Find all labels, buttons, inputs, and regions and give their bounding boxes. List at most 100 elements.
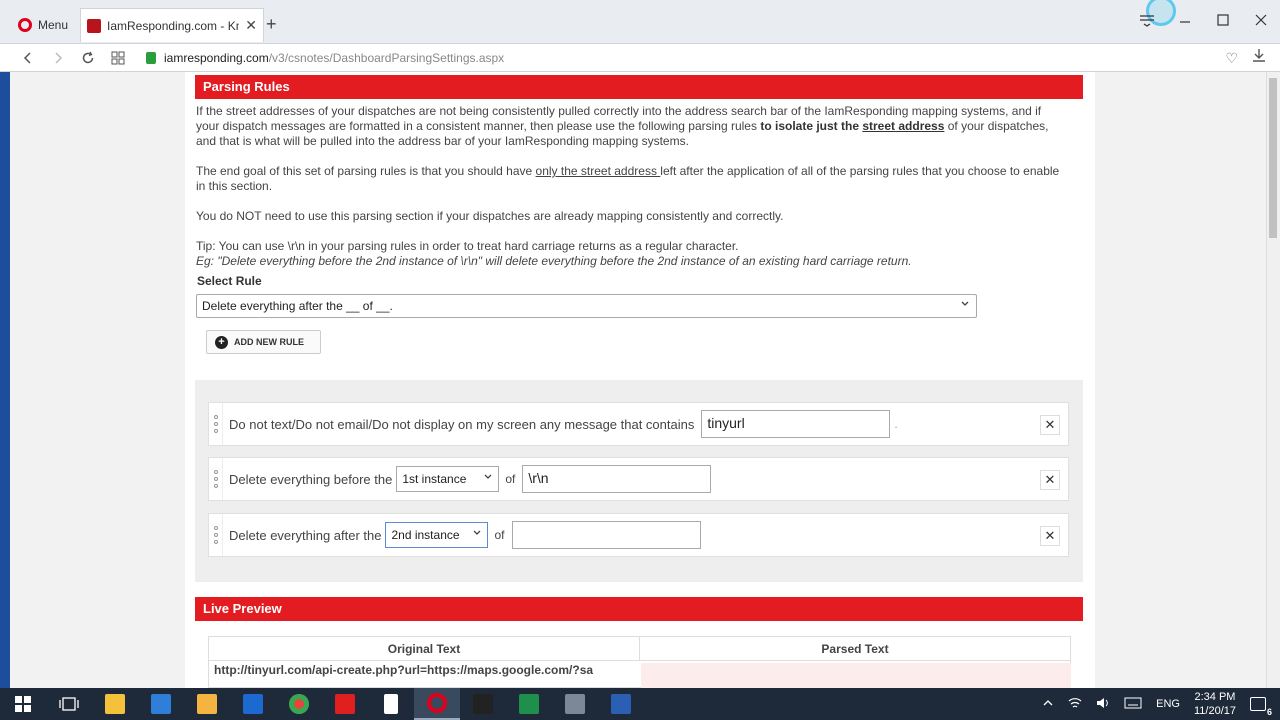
easy-setup-icon[interactable] (1128, 0, 1166, 40)
windows-taskbar: ENG 2:34 PM 11/20/17 6 (0, 688, 1280, 720)
notepad-icon[interactable] (368, 688, 414, 720)
url-host: iamresponding.com (164, 51, 269, 65)
forward-icon[interactable] (48, 48, 68, 68)
rule-row: Do not text/Do not email/Do not display … (208, 402, 1069, 446)
speed-dial-icon[interactable] (108, 48, 128, 68)
maximize-icon[interactable] (1204, 0, 1242, 40)
select-rule-label: Select Rule (197, 274, 262, 288)
of-label: of (505, 472, 516, 486)
intro-bold-underline: street address (862, 119, 945, 133)
clock-time: 2:34 PM (1194, 691, 1236, 703)
scrollbar-thumb[interactable] (1269, 78, 1277, 238)
new-tab-button[interactable]: + (266, 14, 277, 35)
lock-icon (146, 52, 156, 64)
chevron-down-icon (960, 299, 970, 312)
goal-underline: only the street address (535, 164, 661, 178)
browser-tab[interactable]: IamResponding.com - Kno ✕ (80, 8, 264, 42)
remote-desktop-icon[interactable] (552, 688, 598, 720)
remove-rule-icon[interactable]: ✕ (1040, 526, 1060, 546)
volume-icon[interactable] (1096, 697, 1110, 712)
rule-text: Delete everything before the (229, 471, 393, 487)
action-center-icon[interactable]: 6 (1250, 697, 1272, 717)
drag-handle-icon[interactable] (209, 514, 223, 556)
preview-table: Original Text Parsed Text http://tinyurl… (208, 636, 1071, 689)
left-accent-bar (0, 72, 10, 688)
reload-icon[interactable] (78, 48, 98, 68)
remove-rule-icon[interactable]: ✕ (1040, 415, 1060, 435)
example-text: Eg: "Delete everything before the 2nd in… (196, 254, 912, 268)
opera-logo-icon (18, 18, 32, 32)
select-rule-dropdown[interactable]: Delete everything after the __ of __. (196, 294, 977, 318)
start-windows-icon[interactable] (0, 688, 46, 720)
intro-bold: to isolate just the (760, 119, 863, 133)
file-explorer-icon[interactable] (92, 688, 138, 720)
close-tab-icon[interactable]: ✕ (245, 17, 257, 34)
system-tray: ENG 2:34 PM 11/20/17 6 (1042, 688, 1280, 720)
rule-row: Delete everything before the 1st instanc… (208, 457, 1069, 501)
rule-value-input[interactable]: \r\n (522, 465, 712, 493)
bookmark-heart-icon[interactable]: ♡ (1225, 50, 1238, 67)
original-text-cell: http://tinyurl.com/api-create.php?url=ht… (214, 663, 594, 677)
rule-value-input[interactable]: tinyurl (701, 410, 891, 438)
page-scrollbar[interactable] (1266, 72, 1280, 688)
close-window-icon[interactable] (1242, 0, 1280, 40)
language-indicator[interactable]: ENG (1156, 698, 1180, 710)
back-icon[interactable] (18, 48, 38, 68)
rule-suffix: . (894, 417, 898, 431)
opera-taskbar-icon[interactable] (414, 688, 460, 720)
excel-icon[interactable] (506, 688, 552, 720)
folder-icon[interactable] (184, 688, 230, 720)
tip-paragraph: Tip: You can use \r\n in your parsing ru… (196, 239, 1066, 269)
url-field[interactable]: iamresponding.com/v3/csnotes/DashboardPa… (140, 46, 1248, 70)
add-new-rule-button[interactable]: + ADD NEW RULE (206, 330, 321, 354)
task-view-icon[interactable] (46, 688, 92, 720)
instance-value: 1st instance (402, 472, 467, 486)
instance-select[interactable]: 2nd instance (385, 522, 489, 548)
chevron-down-icon (472, 528, 482, 541)
rule-text: Delete everything after the (229, 527, 382, 543)
notification-count: 6 (1266, 707, 1272, 717)
add-new-rule-label: ADD NEW RULE (234, 337, 304, 347)
blackberry-icon[interactable] (460, 688, 506, 720)
wifi-icon[interactable] (1068, 697, 1082, 712)
live-preview-header: Live Preview (195, 597, 1083, 621)
parsing-rules-header: Parsing Rules (195, 75, 1083, 99)
acrobat-icon[interactable] (322, 688, 368, 720)
rule-text: Do not text/Do not email/Do not display … (229, 416, 695, 432)
chevron-down-icon (483, 472, 493, 485)
drag-handle-icon[interactable] (209, 458, 223, 500)
chrome-icon[interactable] (276, 688, 322, 720)
plus-circle-icon: + (215, 335, 228, 349)
menu-label: Menu (38, 18, 69, 32)
clock-date: 11/20/17 (1193, 705, 1236, 717)
download-icon[interactable] (1252, 48, 1266, 65)
tab-title: IamResponding.com - Kno (107, 18, 240, 33)
store-icon[interactable] (138, 688, 184, 720)
opera-menu-button[interactable]: Menu (18, 16, 68, 34)
parsed-text-cell (641, 663, 1071, 689)
keyboard-icon[interactable] (1124, 697, 1142, 712)
remove-rule-icon[interactable]: ✕ (1040, 470, 1060, 490)
browser-tabbar: Menu IamResponding.com - Kno ✕ + (0, 0, 1280, 44)
outlook-icon[interactable] (230, 688, 276, 720)
site-favicon-icon (87, 18, 101, 33)
tip-text: Tip: You can use \r\n in your parsing ru… (196, 239, 739, 253)
instance-select[interactable]: 1st instance (396, 466, 500, 492)
not-needed-paragraph: You do NOT need to use this parsing sect… (196, 209, 784, 223)
window-controls (1128, 0, 1280, 40)
intro-paragraph: If the street addresses of your dispatch… (196, 104, 1066, 149)
original-text-header: Original Text (209, 637, 640, 661)
goal-text-1: The end goal of this set of parsing rule… (196, 164, 536, 178)
url-path: /v3/csnotes/DashboardParsingSettings.asp… (268, 51, 505, 65)
of-label: of (494, 528, 505, 542)
minimize-icon[interactable] (1166, 0, 1204, 40)
goal-paragraph: The end goal of this set of parsing rule… (196, 164, 1066, 194)
chevron-up-icon[interactable] (1042, 698, 1054, 711)
instance-value: 2nd instance (391, 528, 460, 542)
word-icon[interactable] (598, 688, 644, 720)
select-rule-value: Delete everything after the __ of __. (202, 299, 393, 313)
rule-value-input[interactable] (511, 521, 701, 549)
clock[interactable]: 2:34 PM 11/20/17 (1194, 690, 1236, 718)
address-bar: iamresponding.com/v3/csnotes/DashboardPa… (0, 44, 1280, 72)
drag-handle-icon[interactable] (209, 403, 223, 445)
